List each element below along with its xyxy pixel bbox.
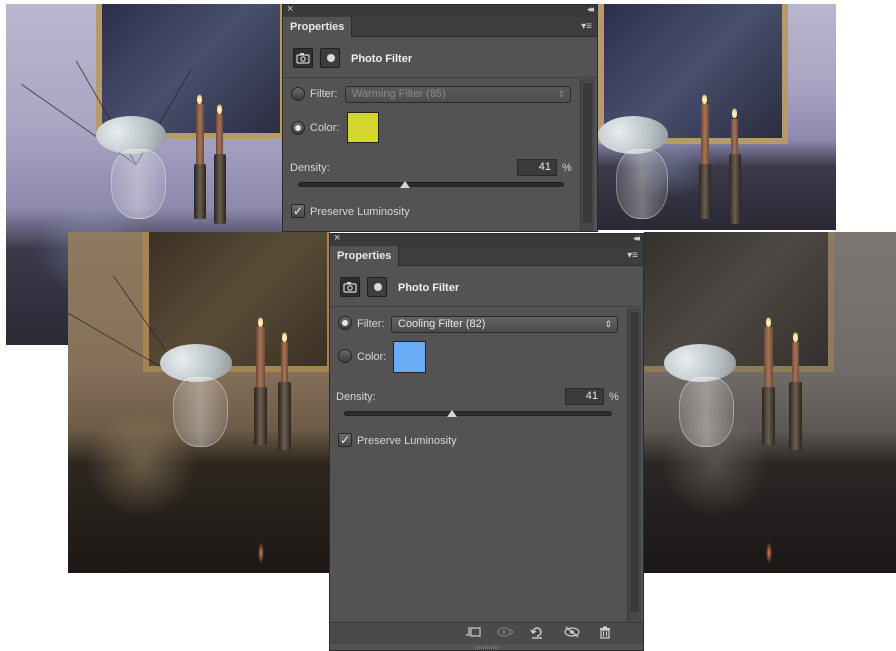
candle-holder [762,387,775,445]
candle-flame [282,332,287,342]
photo-filtered-neutral [644,232,896,573]
candle-holder [699,164,711,219]
filter-label: Filter: [310,88,338,100]
candle-flame [702,94,707,104]
close-icon[interactable]: × [287,3,293,15]
candle-flame [217,104,222,114]
candle-holder [194,164,206,219]
panel-scrollbar[interactable] [627,308,641,622]
filter-select-value: Cooling Filter (82) [398,318,486,330]
density-label: Density: [336,391,376,403]
candle-flame [197,94,202,104]
vase [616,149,668,219]
panel-title: Photo Filter [398,282,460,294]
scrollbar-thumb[interactable] [630,312,639,612]
select-arrows-icon: ⇕ [604,319,612,329]
candle-holder [789,382,802,450]
candle [792,342,799,387]
vase [173,377,228,447]
candle [281,342,288,387]
tab-properties[interactable]: Properties [330,246,400,266]
panel-bottom-toolbar [330,622,643,644]
density-input[interactable]: 41 [517,159,557,176]
preserve-luminosity-checkbox[interactable]: ✓ [291,204,305,218]
candle [256,327,265,387]
filter-radio[interactable] [338,316,352,330]
scrollbar-thumb[interactable] [583,83,592,223]
panel-tabrow: Properties ▾≡ [283,17,597,37]
color-label: Color: [310,122,340,134]
mask-icon[interactable] [320,48,340,68]
collapse-icon[interactable]: ◂◂ [587,4,594,15]
select-arrows-icon: ⇕ [557,89,565,99]
vase [111,149,166,219]
collapse-icon[interactable]: ◂◂ [633,233,640,244]
candle-holder [278,382,291,450]
preserve-luminosity-label: Preserve Luminosity [357,435,457,447]
candle-flame [258,317,263,327]
panel-header: Photo Filter [283,38,597,78]
density-slider-thumb[interactable] [400,181,410,188]
properties-panel-warming: × ◂◂ Properties ▾≡ Photo Filter Filter: … [282,3,598,232]
color-radio[interactable] [338,349,352,363]
color-swatch[interactable] [347,112,379,143]
panel-title: Photo Filter [351,53,413,65]
filter-radio[interactable] [291,87,305,101]
mask-icon[interactable] [367,277,387,297]
panel-menu-icon[interactable]: ▾≡ [627,250,638,261]
filter-select-value: Warming Filter (85) [352,88,446,100]
panel-header: Photo Filter [330,267,643,307]
camera-adjustment-icon[interactable] [340,277,360,297]
panel-topbar: × ◂◂ [283,3,597,17]
photo-original-warm [68,232,330,573]
panel-resize-grip[interactable] [474,646,499,649]
panel-scrollbar[interactable] [580,79,594,231]
density-unit: % [609,391,619,403]
photo-filtered-cool [598,4,836,230]
candle-holder [214,154,226,224]
preserve-luminosity-label: Preserve Luminosity [310,206,410,218]
density-input[interactable]: 41 [565,388,604,405]
properties-panel-cooling: × ◂◂ Properties ▾≡ Photo Filter Filter: … [329,232,644,651]
vase [679,377,734,447]
candle [216,114,223,159]
reset-icon[interactable] [527,626,547,642]
trash-icon[interactable] [595,626,615,642]
candle-flame [732,108,737,118]
filter-select[interactable]: Cooling Filter (82) ⇕ [391,316,618,333]
density-label: Density: [290,162,330,174]
candle-reflection [766,542,772,564]
close-icon[interactable]: × [334,232,340,244]
toggle-visibility-icon[interactable] [562,626,582,642]
filter-select[interactable]: Warming Filter (85) ⇕ [345,86,571,103]
density-slider[interactable] [298,182,564,187]
candle-holder [254,387,267,445]
filter-label: Filter: [357,318,385,330]
camera-adjustment-icon[interactable] [293,48,313,68]
candle [731,119,738,159]
clip-to-layer-icon[interactable] [463,626,483,642]
candle-holder [729,154,741,224]
density-slider-thumb[interactable] [447,410,457,417]
panel-menu-icon[interactable]: ▾≡ [581,21,592,32]
color-label: Color: [357,351,387,363]
candle [764,327,773,387]
color-radio[interactable] [291,121,305,135]
density-unit: % [562,162,572,174]
panel-tabrow: Properties ▾≡ [330,246,643,266]
candle [196,104,204,164]
candle [701,104,709,164]
panel-topbar: × ◂◂ [330,232,643,246]
candle-flame [766,317,771,327]
view-previous-state-icon[interactable] [495,626,515,642]
candle-reflection [258,542,264,564]
density-slider[interactable] [344,411,612,416]
preserve-luminosity-checkbox[interactable]: ✓ [338,433,352,447]
color-swatch[interactable] [393,341,426,373]
tab-properties[interactable]: Properties [283,17,353,37]
candle-flame [793,332,798,342]
